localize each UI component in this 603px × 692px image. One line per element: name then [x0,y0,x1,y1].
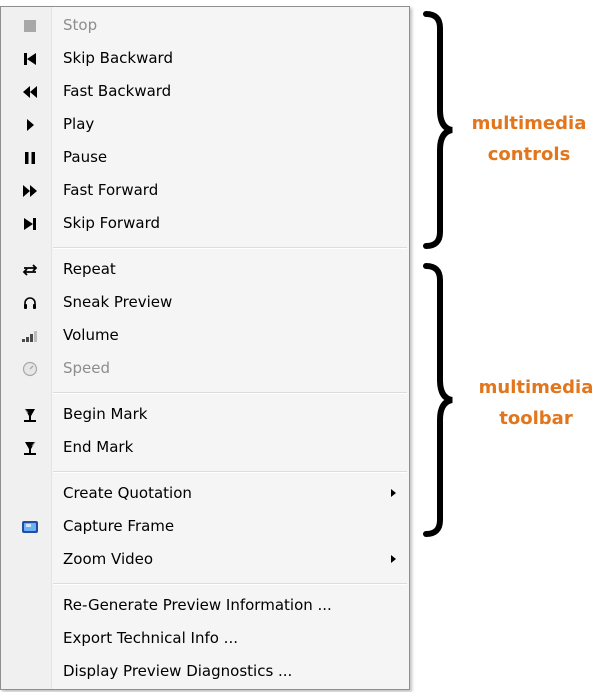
begin-mark-icon [21,406,39,424]
menu-item-label: Create Quotation [63,484,192,502]
menu-item-label: Display Preview Diagnostics ... [63,662,293,680]
menu-item-label: Pause [63,148,108,166]
menu-item-sneak-preview[interactable]: Sneak Preview [1,286,409,319]
menu-item-label: Skip Forward [63,214,160,232]
context-menu: Stop Skip Backward Fast Backward Play Pa… [0,6,410,690]
menu-item-begin-mark[interactable]: Begin Mark [1,398,409,431]
menu-item-zoom-video[interactable]: Zoom Video [1,543,409,576]
toolbar-brace [423,263,453,537]
controls-annotation-line1: multimedia [471,113,587,134]
controls-brace [423,11,453,249]
submenu-arrow-icon [391,489,396,497]
play-icon [21,116,39,134]
menu-item-capture-frame[interactable]: Capture Frame [1,510,409,543]
menu-item-label: Capture Frame [63,517,175,535]
skip-backward-icon [21,50,39,68]
headphones-icon [21,294,39,312]
menu-item-repeat[interactable]: Repeat [1,253,409,286]
menu-item-skip-forward[interactable]: Skip Forward [1,207,409,240]
menu-item-regenerate-preview-info[interactable]: Re-Generate Preview Information ... [1,589,409,622]
menu-item-label: Volume [63,326,119,344]
speed-gauge-icon [21,360,39,378]
menu-item-display-preview-diagnostics[interactable]: Display Preview Diagnostics ... [1,655,409,688]
menu-item-create-quotation[interactable]: Create Quotation [1,477,409,510]
menu-item-speed: Speed [1,352,409,385]
menu-item-label: End Mark [63,438,134,456]
menu-item-label: Begin Mark [63,405,148,423]
controls-annotation: multimedia controls [462,108,596,170]
menu-item-label: Skip Backward [63,49,173,67]
menu-item-label: Repeat [63,260,116,278]
menu-separator [53,583,407,585]
controls-annotation-line2: controls [487,144,571,165]
capture-frame-icon [21,518,39,536]
menu-item-label: Re-Generate Preview Information ... [63,596,332,614]
volume-icon [21,327,39,345]
menu-item-label: Play [63,115,95,133]
menu-item-fast-forward[interactable]: Fast Forward [1,174,409,207]
menu-item-fast-backward[interactable]: Fast Backward [1,75,409,108]
menu-item-volume[interactable]: Volume [1,319,409,352]
menu-item-export-technical-info[interactable]: Export Technical Info ... [1,622,409,655]
menu-item-skip-backward[interactable]: Skip Backward [1,42,409,75]
skip-forward-icon [21,215,39,233]
stop-icon [21,17,39,35]
menu-item-label: Speed [63,359,111,377]
fast-forward-icon [21,182,39,200]
menu-separator [53,392,407,394]
menu-separator [53,471,407,473]
menu-item-label: Fast Forward [63,181,159,199]
menu-item-stop: Stop [1,9,409,42]
menu-item-label: Sneak Preview [63,293,173,311]
end-mark-icon [21,439,39,457]
toolbar-annotation-line1: multimedia [478,377,594,398]
pause-icon [21,149,39,167]
repeat-icon [21,261,39,279]
toolbar-annotation-line2: toolbar [499,408,573,429]
menu-item-label: Stop [63,16,98,34]
menu-item-label: Export Technical Info ... [63,629,238,647]
fast-backward-icon [21,83,39,101]
menu-item-pause[interactable]: Pause [1,141,409,174]
menu-item-label: Zoom Video [63,550,154,568]
submenu-arrow-icon [391,555,396,563]
menu-item-end-mark[interactable]: End Mark [1,431,409,464]
menu-item-label: Fast Backward [63,82,172,100]
menu-separator [53,247,407,249]
menu-item-play[interactable]: Play [1,108,409,141]
toolbar-annotation: multimedia toolbar [474,372,598,434]
